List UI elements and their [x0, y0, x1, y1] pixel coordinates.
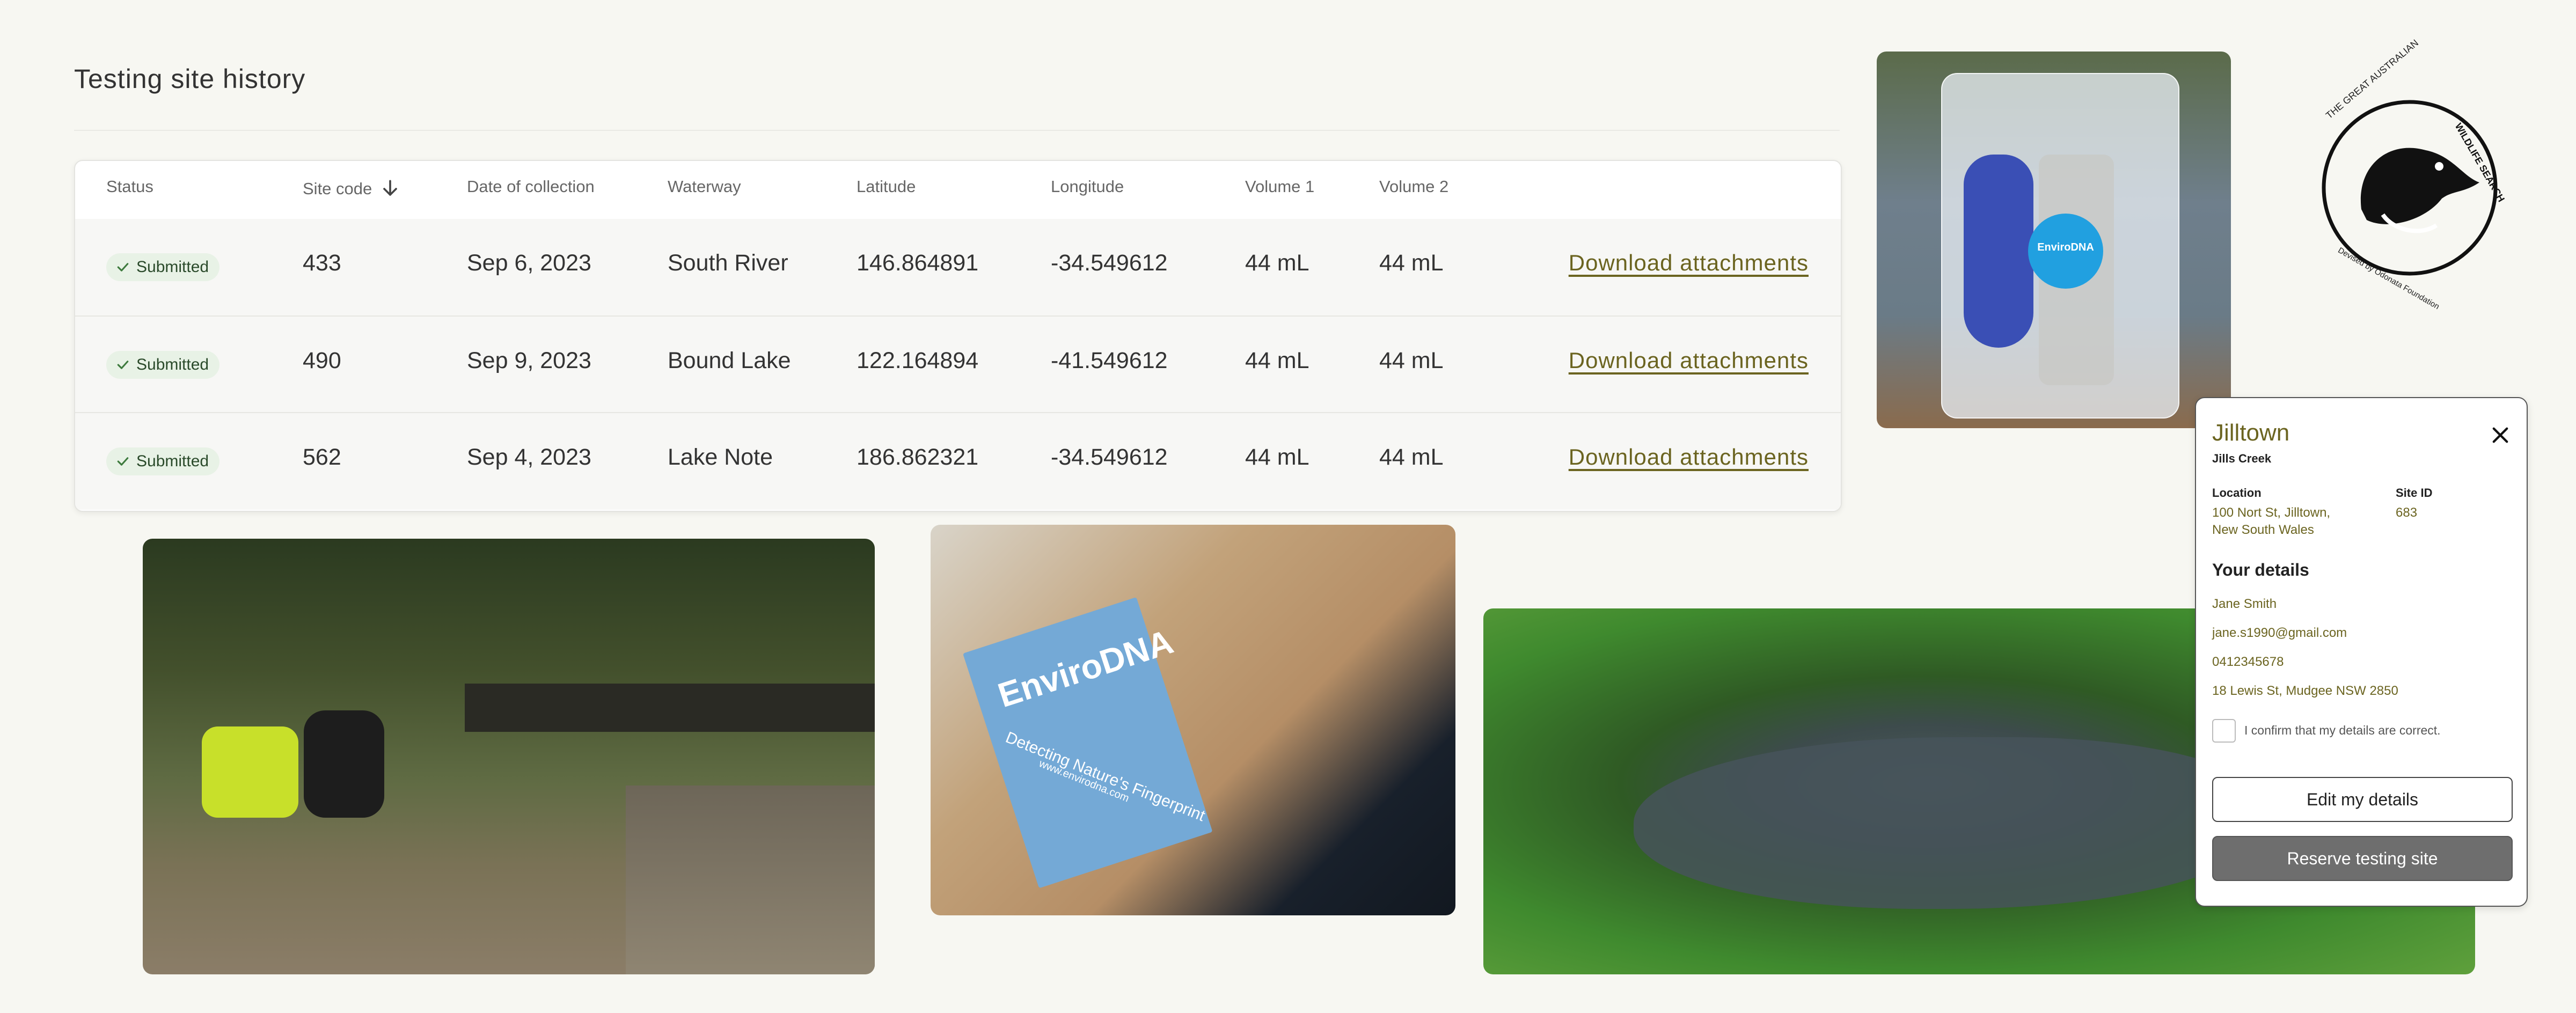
location-line-1: 100 Nort St, Jilltown,	[2212, 505, 2331, 520]
check-icon	[117, 361, 129, 369]
field-sampling-photo	[143, 539, 875, 974]
cell-site-code: 490	[303, 348, 341, 373]
box-tagline-text: Detecting Nature's Fingerprint	[1003, 728, 1208, 825]
status-badge: Submitted	[106, 351, 220, 379]
site-waterway: Jills Creek	[2212, 452, 2272, 465]
table-row: Submitted 433 Sep 6, 2023 South River 14…	[75, 219, 1841, 315]
box-label: EnviroDNA Detecting Nature's Fingerprint…	[963, 597, 1213, 889]
header-volume-1[interactable]: Volume 1	[1245, 177, 1314, 196]
site-details-panel: Jilltown Jills Creek Location 100 Nort S…	[2195, 397, 2528, 907]
download-attachments-link[interactable]: Download attachments	[1569, 348, 1809, 373]
brand-sticker: EnviroDNA	[2028, 214, 2103, 289]
cell-volume-1: 44 mL	[1245, 444, 1309, 470]
header-status[interactable]: Status	[106, 177, 153, 196]
header-date[interactable]: Date of collection	[467, 177, 595, 196]
site-name: Jilltown	[2212, 420, 2290, 446]
your-details-heading: Your details	[2212, 560, 2309, 579]
cell-waterway: Lake Note	[668, 444, 773, 470]
cell-date: Sep 9, 2023	[467, 348, 591, 373]
check-icon	[117, 457, 129, 466]
site-history-table: Status Site code Date of collection Wate…	[74, 160, 1842, 512]
hi-vis-vest	[202, 726, 298, 818]
cell-latitude: 122.164894	[857, 348, 979, 373]
cell-volume-2: 44 mL	[1379, 250, 1444, 276]
location-line-2: New South Wales	[2212, 523, 2314, 537]
site-id-label: Site ID	[2396, 486, 2433, 500]
download-attachments-link[interactable]: Download attachments	[1569, 250, 1809, 276]
worker-figure	[304, 710, 384, 818]
envirodna-box-photo: EnviroDNA Detecting Nature's Fingerprint…	[931, 525, 1455, 915]
detail-email: jane.s1990@gmail.com	[2212, 626, 2347, 640]
cell-volume-2: 44 mL	[1379, 348, 1444, 373]
bridge-shape	[465, 684, 875, 732]
cell-volume-1: 44 mL	[1245, 348, 1309, 373]
header-site-code[interactable]: Site code	[303, 177, 402, 201]
header-volume-2[interactable]: Volume 2	[1379, 177, 1448, 196]
edit-details-button[interactable]: Edit my details	[2212, 777, 2513, 822]
cell-latitude: 186.862321	[857, 444, 979, 470]
cell-site-code: 562	[303, 444, 341, 470]
status-badge: Submitted	[106, 253, 220, 281]
cell-volume-2: 44 mL	[1379, 444, 1444, 470]
wildlife-search-logo: THE GREAT AUSTRALIAN WILDLIFE SEARCH Dev…	[2302, 38, 2517, 311]
site-id-value: 683	[2396, 505, 2418, 520]
sample-kit-bag-photo: EnviroDNA	[1877, 52, 2231, 428]
status-badge: Submitted	[106, 447, 220, 475]
cell-longitude: -34.549612	[1051, 444, 1168, 470]
header-waterway[interactable]: Waterway	[668, 177, 741, 196]
page-title: Testing site history	[74, 64, 306, 94]
cell-waterway: South River	[668, 250, 788, 276]
location-label: Location	[2212, 486, 2262, 500]
confirm-details-label: I confirm that my details are correct.	[2244, 723, 2441, 737]
title-divider	[74, 130, 1840, 131]
cell-waterway: Bound Lake	[668, 348, 791, 373]
detail-phone: 0412345678	[2212, 655, 2284, 669]
box-brand-text: EnviroDNA	[993, 622, 1178, 715]
cell-volume-1: 44 mL	[1245, 250, 1309, 276]
creek-shape	[626, 786, 875, 974]
header-latitude[interactable]: Latitude	[857, 177, 916, 196]
bag-brand-text: EnviroDNA	[2037, 241, 2094, 253]
glove-shape	[1964, 155, 2033, 348]
check-icon	[117, 263, 129, 271]
cell-site-code: 433	[303, 250, 341, 276]
table-row: Submitted 490 Sep 9, 2023 Bound Lake 122…	[75, 315, 1841, 413]
detail-address: 18 Lewis St, Mudgee NSW 2850	[2212, 684, 2398, 698]
confirm-details-checkbox[interactable]	[2212, 719, 2236, 743]
table-header: Status Site code Date of collection Wate…	[75, 161, 1841, 220]
cell-longitude: -41.549612	[1051, 348, 1168, 373]
sort-down-icon[interactable]	[378, 177, 402, 201]
reserve-site-button[interactable]: Reserve testing site	[2212, 836, 2513, 881]
sample-bag: EnviroDNA	[1941, 73, 2179, 419]
header-longitude[interactable]: Longitude	[1051, 177, 1124, 196]
download-attachments-link[interactable]: Download attachments	[1569, 444, 1809, 470]
cell-latitude: 146.864891	[857, 250, 979, 276]
cell-longitude: -34.549612	[1051, 250, 1168, 276]
water-pool-shape	[1634, 737, 2267, 909]
table-row: Submitted 562 Sep 4, 2023 Lake Note 186.…	[75, 412, 1841, 510]
close-icon[interactable]	[2489, 424, 2512, 446]
cell-date: Sep 6, 2023	[467, 250, 591, 276]
cell-date: Sep 4, 2023	[467, 444, 591, 470]
detail-name: Jane Smith	[2212, 597, 2277, 611]
